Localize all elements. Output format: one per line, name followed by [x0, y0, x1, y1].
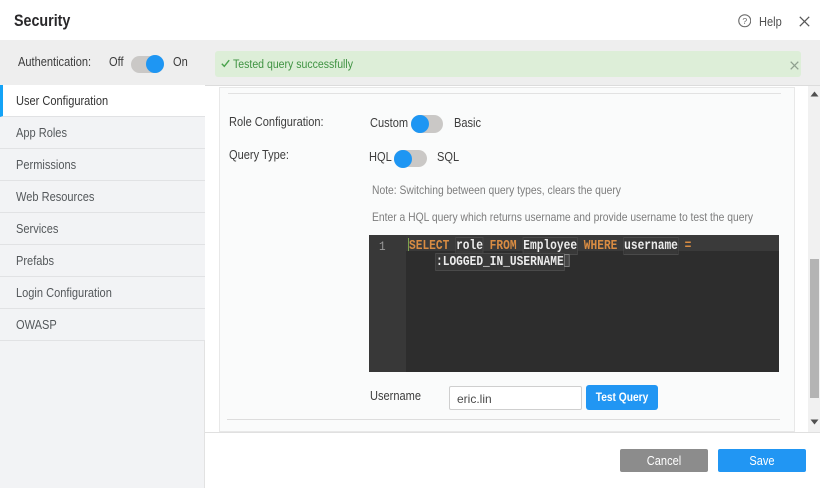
- svg-text:?: ?: [742, 16, 747, 26]
